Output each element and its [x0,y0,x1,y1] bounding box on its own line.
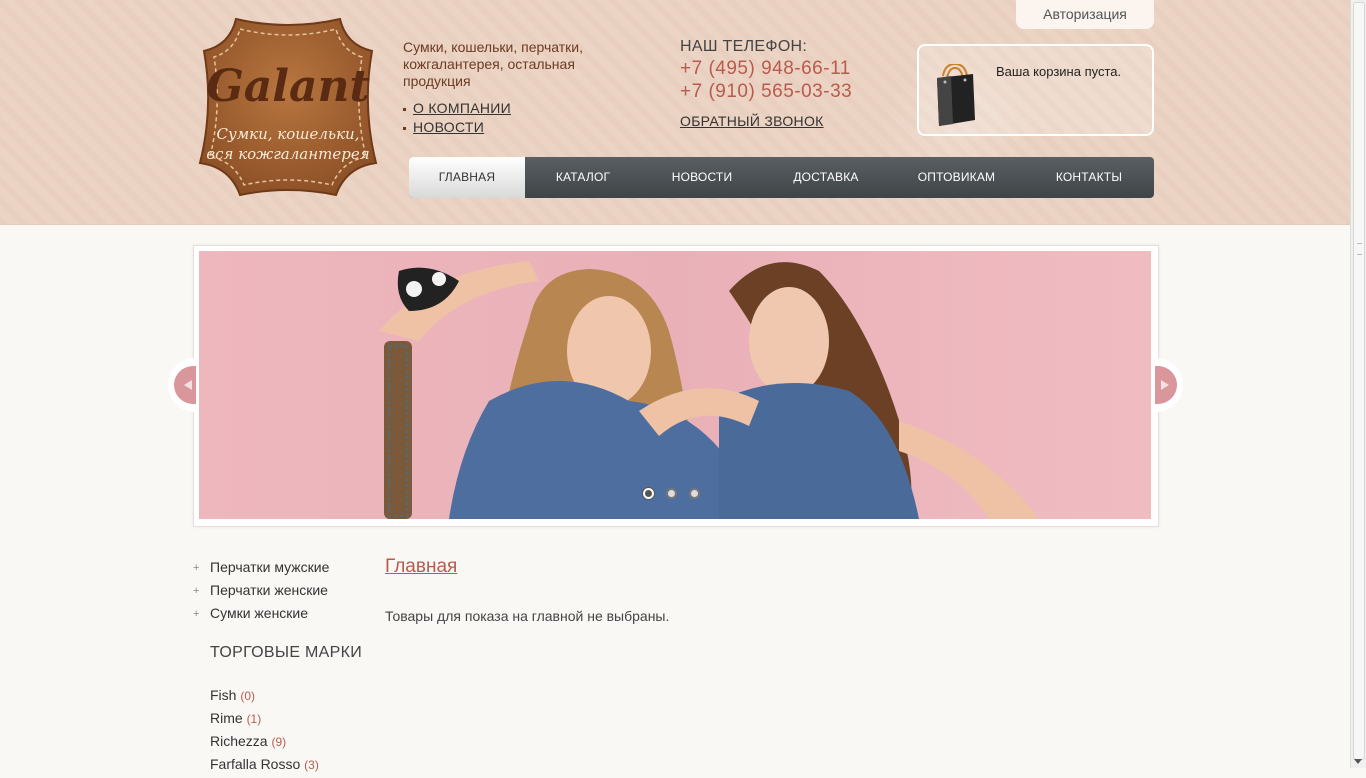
arrow-right-icon [1161,380,1169,390]
nav-catalog[interactable]: КАТАЛОГ [525,157,641,198]
slider-dot[interactable] [666,488,677,499]
top-link-item[interactable]: О КОМПАНИИ [403,99,511,118]
brand-name[interactable]: Richezza [210,733,268,749]
brand-item[interactable]: Richezza (9) [210,732,319,755]
phone-title: НАШ ТЕЛЕФОН: [680,38,808,55]
cart-status: Ваша корзина пуста. [996,64,1122,79]
page-scrollbar[interactable] [1350,0,1366,768]
callback-link[interactable]: ОБРАТНЫЙ ЗВОНОК [680,113,824,129]
brand-name[interactable]: Rime [210,710,243,726]
news-link[interactable]: НОВОСТИ [413,119,484,135]
plus-icon: + [193,562,200,574]
brand-count: (1) [246,712,262,726]
brand-count: (0) [240,689,256,703]
category-label[interactable]: Перчатки мужские [210,559,329,575]
page-title[interactable]: Главная [385,556,457,578]
brand-name[interactable]: Fish [210,687,236,703]
category-list: + Перчатки мужские + Перчатки женские + Сум… [193,558,329,627]
nav-news[interactable]: НОВОСТИ [641,157,763,198]
slider-prev-button[interactable] [168,358,198,412]
scroll-down-icon[interactable] [1354,759,1362,764]
nav-wholesale[interactable]: ОПТОВИКАМ [889,157,1024,198]
category-item[interactable]: + Сумки женские [193,604,329,627]
nav-contacts[interactable]: КОНТАКТЫ [1024,157,1154,198]
empty-products-message: Товары для показа на главной не выбраны. [385,608,670,624]
plus-icon: + [193,585,200,597]
category-item[interactable]: + Перчатки женские [193,581,329,604]
top-links: О КОМПАНИИ НОВОСТИ [403,99,511,137]
brand-item[interactable]: Fish (0) [210,686,319,709]
site-tagline: Сумки, кошельки, перчатки, кожгалантерея… [403,39,583,89]
cart-widget[interactable]: Ваша корзина пуста. [917,44,1154,136]
main-navigation: ГЛАВНАЯ КАТАЛОГ НОВОСТИ ДОСТАВКА ОПТОВИК… [409,157,1154,198]
scrollbar-thumb[interactable] [1353,2,1365,760]
brand-count: (9) [271,735,287,749]
slider-dot[interactable] [689,488,700,499]
category-label[interactable]: Перчатки женские [210,582,328,598]
brand-count: (3) [304,758,319,772]
auth-button[interactable]: Авторизация [1016,0,1154,29]
category-label[interactable]: Сумки женские [210,605,308,621]
category-item[interactable]: + Перчатки мужские [193,558,329,581]
plus-icon: + [193,608,200,620]
slider-dot[interactable] [643,488,654,499]
shopping-bag-icon [933,62,977,131]
logo-tagline-line2: вся кожгалантерея [206,145,369,163]
brand-name[interactable]: Farfalla Rosso [210,756,300,772]
slider-image[interactable] [199,251,1151,519]
nav-home[interactable]: ГЛАВНАЯ [409,157,525,198]
logo-brand-text: Galant [206,61,370,112]
logo-tagline-line1: Сумки, кошельки, [217,125,360,143]
brands-heading: ТОРГОВЫЕ МАРКИ [210,644,363,661]
brand-item[interactable]: Rime (1) [210,709,319,732]
phone-number-1: +7 (495) 948-66-11 [680,58,851,79]
slider-pagination [643,488,700,499]
phone-number-2: +7 (910) 565-03-33 [680,81,853,102]
arrow-left-icon [184,380,192,390]
brand-item[interactable]: Farfalla Rosso (3) [210,755,319,778]
brand-list: Fish (0) Rime (1) Richezza (9) Farfalla … [210,686,319,778]
site-logo[interactable]: Galant Сумки, кошельки, вся кожгалантере… [196,15,380,199]
about-link[interactable]: О КОМПАНИИ [413,100,511,116]
slider-next-button[interactable] [1153,358,1183,412]
nav-delivery[interactable]: ДОСТАВКА [763,157,889,198]
top-link-item[interactable]: НОВОСТИ [403,118,511,137]
